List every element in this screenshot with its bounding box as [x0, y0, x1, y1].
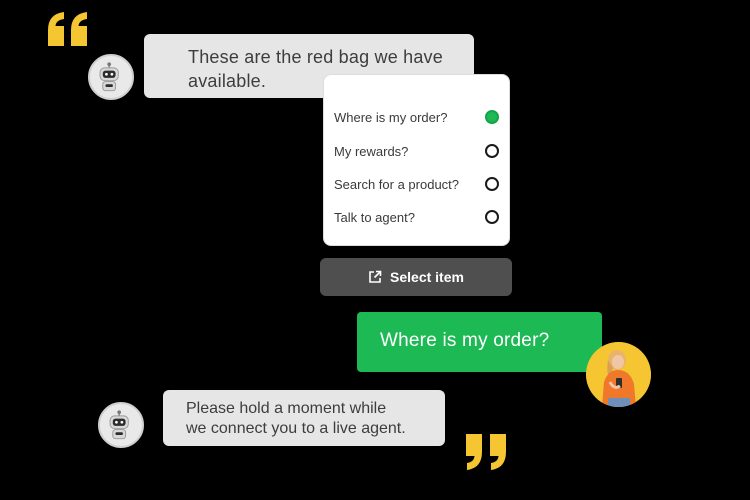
close-quote-icon [466, 434, 506, 470]
bot-message-line: These are the red bag we have [188, 47, 443, 67]
robot-icon [99, 62, 119, 92]
select-item-button[interactable]: Select item [320, 258, 512, 296]
option-label: Where is my order? [334, 109, 448, 125]
bot-message-line: we connect you to a live agent. [186, 420, 406, 437]
external-link-icon [369, 270, 382, 283]
radio-button[interactable] [485, 144, 499, 158]
open-quote-icon [48, 12, 87, 46]
bot-message-line: Please hold a moment while [186, 400, 387, 417]
option-search-for-a-product[interactable]: Search for a product? [334, 172, 499, 196]
option-talk-to-agent[interactable]: Talk to agent? [334, 205, 499, 229]
radio-button[interactable] [485, 177, 499, 191]
robot-icon [109, 410, 129, 440]
bot-avatar [88, 54, 134, 100]
bot-message-bubble: Please hold a moment while we connect yo… [163, 390, 445, 446]
select-item-label: Select item [390, 269, 464, 285]
quick-reply-options: Where is my order? My rewards? Search fo… [323, 74, 510, 246]
user-avatar [586, 342, 651, 407]
radio-button-selected[interactable] [485, 110, 499, 124]
option-label: Search for a product? [334, 176, 460, 192]
option-label: Talk to agent? [334, 209, 415, 225]
user-message-bubble: Where is my order? [357, 312, 602, 372]
option-where-is-my-order[interactable]: Where is my order? [334, 105, 499, 129]
option-my-rewards[interactable]: My rewards? [334, 139, 499, 163]
bot-avatar [98, 402, 144, 448]
chat-illustration: These are the red bag we have available.… [0, 0, 750, 500]
user-message-text: Where is my order? [380, 330, 550, 351]
radio-button[interactable] [485, 210, 499, 224]
option-label: My rewards? [334, 143, 409, 159]
user-avatar-illustration [586, 342, 651, 407]
